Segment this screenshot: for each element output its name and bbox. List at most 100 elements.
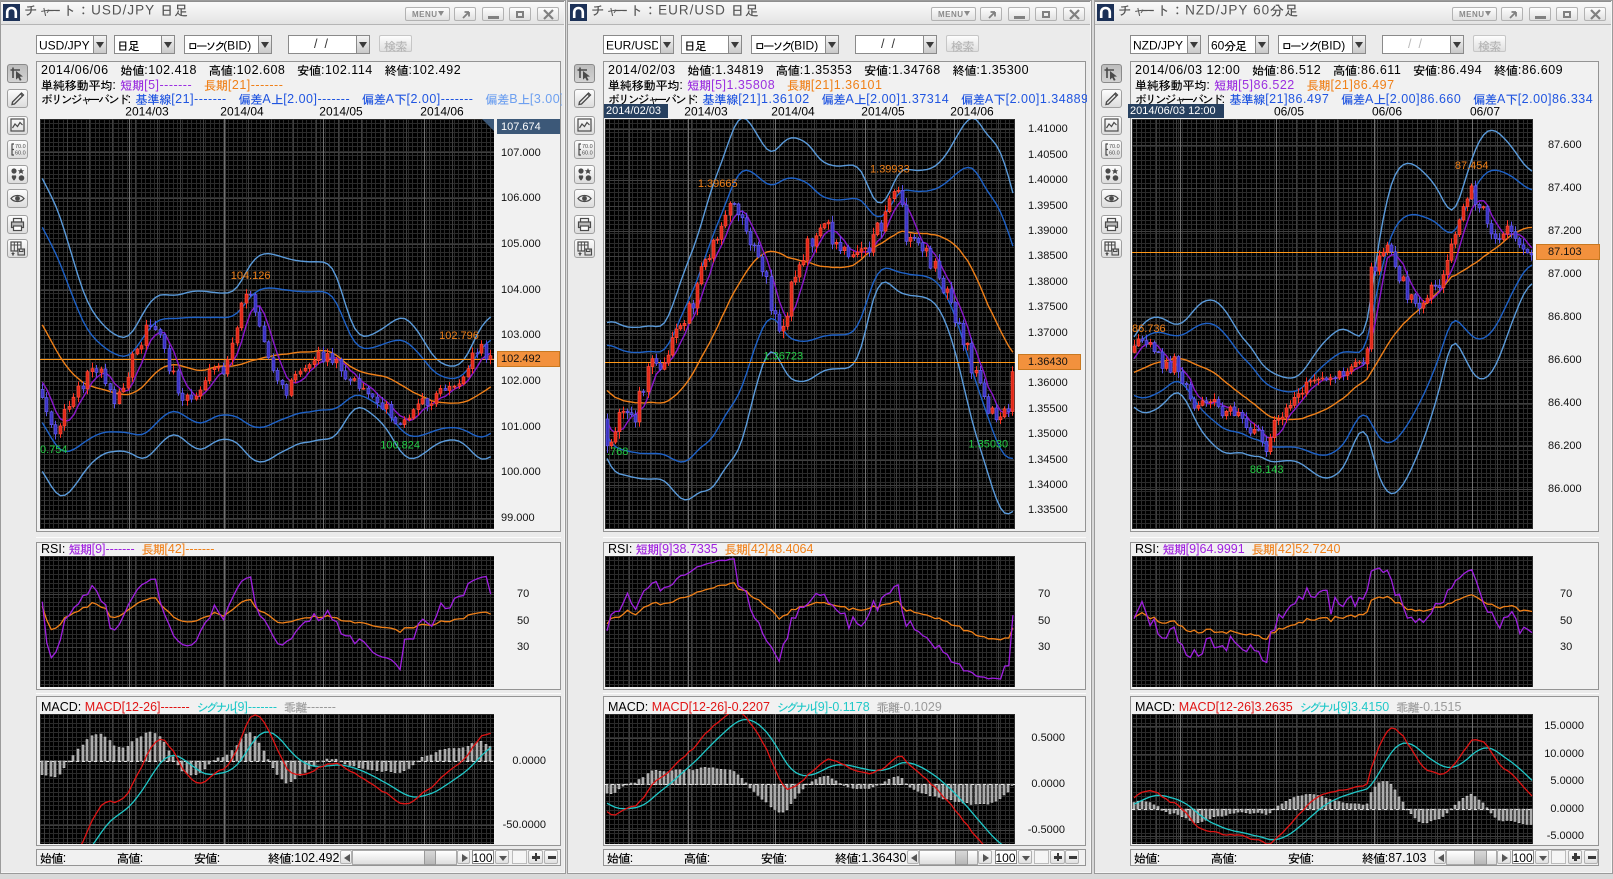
svg-text:2014/06: 2014/06 <box>420 105 464 119</box>
svg-text:60: 60 <box>1253 3 1270 18</box>
svg-text::102.492: :102.492 <box>409 63 462 77</box>
svg-text::: : <box>63 851 66 865</box>
svg-text:RSI:: RSI: <box>1135 542 1159 556</box>
svg-text:60.0: 60.0 <box>582 151 593 157</box>
svg-text:70.0: 70.0 <box>1109 144 1120 150</box>
svg-text:[21]-------: [21]------- <box>228 78 284 92</box>
svg-text::: : <box>630 851 633 865</box>
svg-text:[3.00]: [3.00] <box>530 92 562 106</box>
svg-text:.768: .768 <box>607 446 628 458</box>
svg-text::102.608: :102.608 <box>233 63 286 77</box>
svg-text:MACD:: MACD: <box>608 700 648 714</box>
svg-text::: : <box>784 851 787 865</box>
svg-text:[9]-------: [9]------- <box>234 700 277 714</box>
svg-text::: : <box>140 851 143 865</box>
svg-text::: : <box>1234 851 1237 865</box>
svg-text:[9]3.4150: [9]3.4150 <box>1337 700 1389 714</box>
svg-text:2014/02/03: 2014/02/03 <box>608 63 676 77</box>
svg-text:[9]-0.1178: [9]-0.1178 <box>814 700 869 714</box>
svg-text:MACD[12-26]-0.2207: MACD[12-26]-0.2207 <box>652 700 770 714</box>
svg-text:86.143: 86.143 <box>1250 464 1284 476</box>
svg-text:[9]64.9991: [9]64.9991 <box>1186 542 1245 556</box>
svg-text:06/07: 06/07 <box>1470 105 1500 119</box>
svg-text:0.754: 0.754 <box>40 444 68 456</box>
svg-text:06/05: 06/05 <box>1274 105 1304 119</box>
svg-text:86.736: 86.736 <box>1132 323 1166 335</box>
svg-text:MACD[12-26]-------: MACD[12-26]------- <box>85 700 190 714</box>
svg-text:70.0: 70.0 <box>15 144 26 150</box>
svg-text:1.35030: 1.35030 <box>968 439 1008 451</box>
svg-text::1.36430: :1.36430 <box>858 851 907 865</box>
svg-text:[5]1.35808: [5]1.35808 <box>711 78 775 92</box>
svg-text:EUR/USD: EUR/USD <box>606 39 658 53</box>
svg-text:1.36723: 1.36723 <box>763 350 803 362</box>
svg-text:06/06: 06/06 <box>1372 105 1402 119</box>
svg-text::102.418: :102.418 <box>144 63 197 77</box>
svg-text::1.34819: :1.34819 <box>711 63 764 77</box>
svg-text::1.34768: :1.34768 <box>888 63 941 77</box>
svg-text:USD/JPY: USD/JPY <box>91 3 155 18</box>
svg-text:2014/05: 2014/05 <box>319 105 363 119</box>
svg-text::: : <box>707 851 710 865</box>
svg-text:102.796: 102.796 <box>439 330 479 342</box>
svg-text:NZD/JPY: NZD/JPY <box>1133 39 1183 53</box>
svg-text::1.35353: :1.35353 <box>800 63 853 77</box>
svg-text::: : <box>112 78 116 92</box>
svg-text:-------: ------- <box>307 700 336 714</box>
svg-text:MACD:: MACD: <box>41 700 81 714</box>
svg-text:2014/03: 2014/03 <box>125 105 169 119</box>
svg-text:(BID): (BID) <box>790 39 818 53</box>
svg-text:B: B <box>509 92 518 106</box>
svg-text:2014/04: 2014/04 <box>771 105 815 119</box>
svg-text:[21]1.36101: [21]1.36101 <box>811 78 883 92</box>
svg-text::: : <box>1157 851 1160 865</box>
svg-text:2014/06/03 12:00: 2014/06/03 12:00 <box>1135 63 1240 77</box>
svg-text:MACD:: MACD: <box>1135 700 1175 714</box>
svg-text:70.0: 70.0 <box>582 144 593 150</box>
svg-text:[5]-------: [5]------- <box>144 78 192 92</box>
svg-text:[9]38.7335: [9]38.7335 <box>659 542 718 556</box>
svg-text:2014/06: 2014/06 <box>950 105 994 119</box>
svg-text::: : <box>1206 78 1210 92</box>
svg-text::87.103: :87.103 <box>1385 851 1427 865</box>
svg-text:[5]86.522: [5]86.522 <box>1238 78 1295 92</box>
svg-text:(BID): (BID) <box>223 39 251 53</box>
svg-text:[42]48.4064: [42]48.4064 <box>747 542 813 556</box>
svg-text:(BID): (BID) <box>1317 39 1345 53</box>
svg-text:NZD/JPY: NZD/JPY <box>1185 3 1248 18</box>
svg-text:2014/03: 2014/03 <box>684 105 728 119</box>
svg-text:60: 60 <box>1211 39 1225 53</box>
svg-text:87.454: 87.454 <box>1455 160 1489 172</box>
svg-text:100.824: 100.824 <box>380 439 420 451</box>
svg-text::86.611: :86.611 <box>1357 63 1401 77</box>
svg-text:2014/06/06: 2014/06/06 <box>41 63 109 77</box>
svg-text:60.0: 60.0 <box>1109 151 1120 157</box>
svg-text:1.39665: 1.39665 <box>698 178 738 190</box>
svg-text::102.492: :102.492 <box>291 851 340 865</box>
svg-text:2014/04: 2014/04 <box>220 105 264 119</box>
svg-text:2014/05: 2014/05 <box>861 105 905 119</box>
svg-text:104.126: 104.126 <box>231 270 271 282</box>
svg-text:-0.1029: -0.1029 <box>899 700 941 714</box>
svg-text:-0.1515: -0.1515 <box>1419 700 1461 714</box>
svg-text::86.512: :86.512 <box>1276 63 1321 77</box>
svg-text::102.114: :102.114 <box>321 63 373 77</box>
svg-text:MACD[12-26]3.2635: MACD[12-26]3.2635 <box>1179 700 1293 714</box>
svg-text:RSI:: RSI: <box>41 542 65 556</box>
svg-text:[2.00]1.34889: [2.00]1.34889 <box>1006 92 1087 106</box>
svg-text:[42]-------: [42]------- <box>164 542 214 556</box>
svg-text:EUR/USD: EUR/USD <box>658 3 726 18</box>
svg-text::: : <box>217 851 220 865</box>
svg-text:1.39933: 1.39933 <box>870 164 910 176</box>
svg-text::86.609: :86.609 <box>1518 63 1563 77</box>
svg-text:RSI:: RSI: <box>608 542 632 556</box>
svg-text::: : <box>679 78 683 92</box>
svg-text::86.494: :86.494 <box>1437 63 1482 77</box>
svg-text:[21]86.497: [21]86.497 <box>1331 78 1395 92</box>
svg-text:60.0: 60.0 <box>15 151 26 157</box>
svg-text::: : <box>1311 851 1314 865</box>
svg-text:[42]52.7240: [42]52.7240 <box>1274 542 1340 556</box>
svg-text:USD/JPY: USD/JPY <box>39 39 90 53</box>
svg-text:[9]-------: [9]------- <box>92 542 135 556</box>
svg-text::1.35300: :1.35300 <box>976 63 1029 77</box>
